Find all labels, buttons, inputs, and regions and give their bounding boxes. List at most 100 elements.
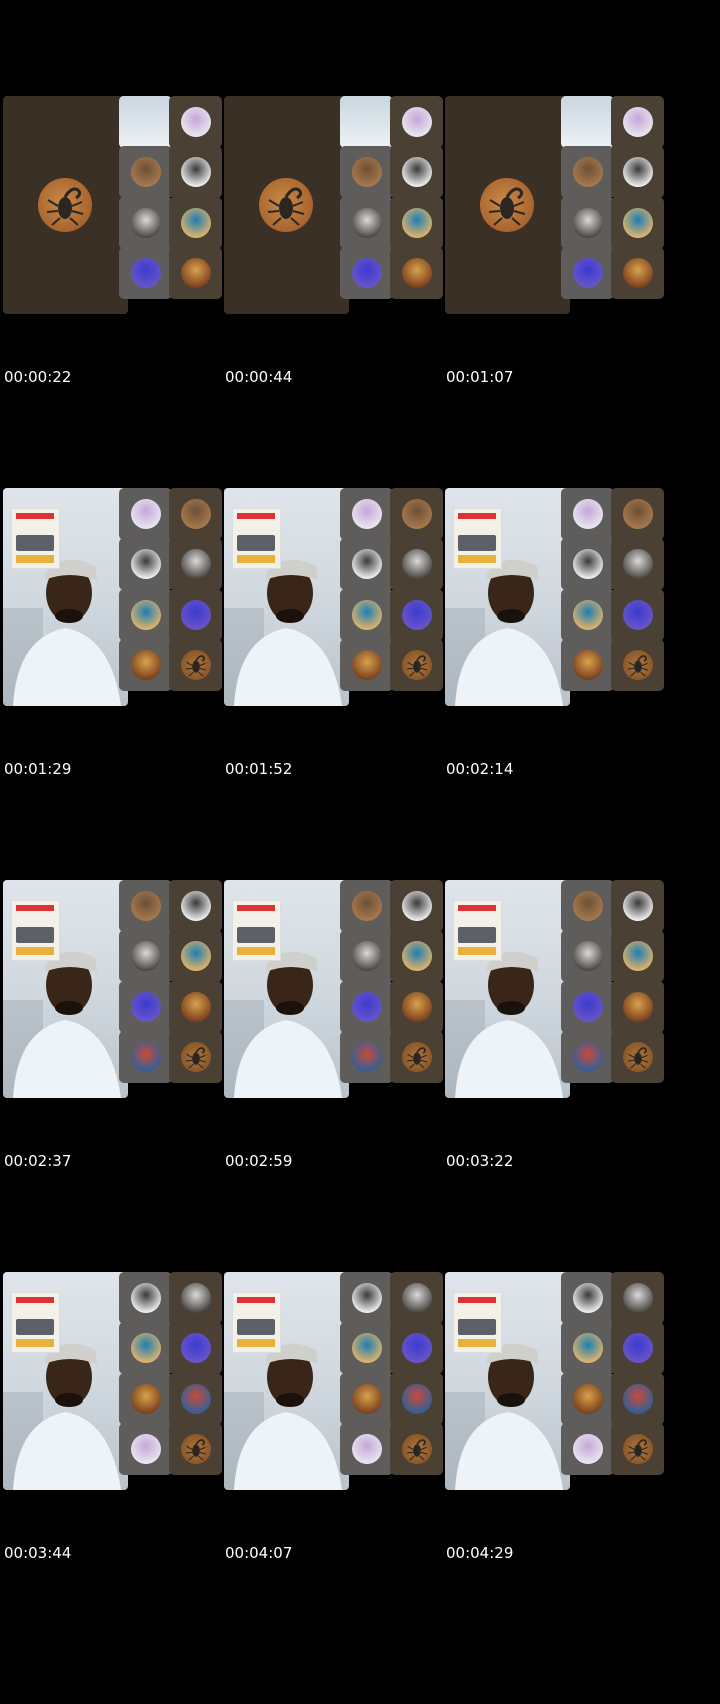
participant-tile[interactable] <box>561 1031 614 1083</box>
participant-tile[interactable] <box>169 488 222 540</box>
participant-tile[interactable] <box>119 1322 172 1374</box>
participant-tile[interactable] <box>561 247 614 299</box>
participant-tile[interactable] <box>561 1322 614 1374</box>
participant-tile[interactable] <box>340 981 393 1033</box>
participant-tile[interactable] <box>561 1272 614 1324</box>
participant-tile[interactable] <box>340 146 393 198</box>
participant-tile[interactable] <box>169 197 222 249</box>
participant-tile[interactable] <box>119 197 172 249</box>
participant-tile[interactable] <box>390 247 443 299</box>
participant-tile[interactable] <box>340 96 393 148</box>
participant-tile[interactable] <box>561 1373 614 1425</box>
video-thumbnail[interactable] <box>224 880 458 1098</box>
participant-tile[interactable] <box>561 880 614 932</box>
participant-tile[interactable] <box>390 639 443 691</box>
participant-tile[interactable] <box>119 930 172 982</box>
video-thumbnail[interactable] <box>445 880 679 1098</box>
participant-tile[interactable] <box>169 146 222 198</box>
participant-tile[interactable] <box>119 1272 172 1324</box>
participant-tile[interactable] <box>340 1373 393 1425</box>
video-thumbnail[interactable] <box>224 1272 458 1490</box>
participant-tile[interactable] <box>340 247 393 299</box>
video-thumbnail[interactable] <box>445 488 679 706</box>
participant-tile[interactable] <box>169 1272 222 1324</box>
participant-tile[interactable] <box>390 1031 443 1083</box>
participant-tile[interactable] <box>390 1322 443 1374</box>
participant-tile[interactable] <box>119 1423 172 1475</box>
participant-tile[interactable] <box>561 930 614 982</box>
participant-tile[interactable] <box>119 538 172 590</box>
participant-tile[interactable] <box>169 1423 222 1475</box>
participant-tile[interactable] <box>611 1423 664 1475</box>
video-thumbnail[interactable] <box>3 1272 237 1490</box>
participant-tile[interactable] <box>169 1373 222 1425</box>
participant-tile[interactable] <box>611 488 664 540</box>
participant-tile[interactable] <box>119 146 172 198</box>
participant-tile[interactable] <box>611 197 664 249</box>
participant-tile[interactable] <box>390 488 443 540</box>
participant-tile[interactable] <box>390 197 443 249</box>
participant-tile[interactable] <box>611 1031 664 1083</box>
participant-tile[interactable] <box>340 1322 393 1374</box>
participant-tile[interactable] <box>611 589 664 641</box>
participant-tile[interactable] <box>561 1423 614 1475</box>
participant-tile[interactable] <box>119 96 172 148</box>
participant-tile[interactable] <box>340 488 393 540</box>
participant-tile[interactable] <box>561 639 614 691</box>
participant-tile[interactable] <box>611 247 664 299</box>
participant-tile[interactable] <box>340 639 393 691</box>
participant-tile[interactable] <box>340 197 393 249</box>
participant-tile[interactable] <box>169 589 222 641</box>
participant-tile[interactable] <box>561 488 614 540</box>
video-thumbnail[interactable] <box>224 488 458 706</box>
participant-tile[interactable] <box>390 880 443 932</box>
participant-tile[interactable] <box>169 247 222 299</box>
participant-tile[interactable] <box>340 1272 393 1324</box>
participant-tile[interactable] <box>169 538 222 590</box>
participant-tile[interactable] <box>561 96 614 148</box>
participant-tile[interactable] <box>340 930 393 982</box>
participant-tile[interactable] <box>561 197 614 249</box>
participant-tile[interactable] <box>340 880 393 932</box>
participant-tile[interactable] <box>119 880 172 932</box>
participant-tile[interactable] <box>119 981 172 1033</box>
participant-tile[interactable] <box>119 247 172 299</box>
participant-tile[interactable] <box>390 1272 443 1324</box>
participant-tile[interactable] <box>169 930 222 982</box>
participant-tile[interactable] <box>611 146 664 198</box>
participant-tile[interactable] <box>390 589 443 641</box>
participant-tile[interactable] <box>119 488 172 540</box>
video-thumbnail[interactable] <box>3 880 237 1098</box>
participant-tile[interactable] <box>561 981 614 1033</box>
participant-tile[interactable] <box>611 880 664 932</box>
participant-tile[interactable] <box>390 96 443 148</box>
participant-tile[interactable] <box>169 1031 222 1083</box>
participant-tile[interactable] <box>611 538 664 590</box>
participant-tile[interactable] <box>390 981 443 1033</box>
video-thumbnail[interactable] <box>445 96 679 314</box>
participant-tile[interactable] <box>169 981 222 1033</box>
participant-tile[interactable] <box>119 1031 172 1083</box>
participant-tile[interactable] <box>119 1373 172 1425</box>
participant-tile[interactable] <box>390 930 443 982</box>
video-thumbnail[interactable] <box>3 488 237 706</box>
participant-tile[interactable] <box>611 981 664 1033</box>
participant-tile[interactable] <box>611 1322 664 1374</box>
participant-tile[interactable] <box>340 538 393 590</box>
participant-tile[interactable] <box>561 146 614 198</box>
video-thumbnail[interactable] <box>445 1272 679 1490</box>
participant-tile[interactable] <box>169 639 222 691</box>
participant-tile[interactable] <box>340 1423 393 1475</box>
participant-tile[interactable] <box>561 538 614 590</box>
participant-tile[interactable] <box>340 1031 393 1083</box>
participant-tile[interactable] <box>611 1373 664 1425</box>
participant-tile[interactable] <box>169 96 222 148</box>
participant-tile[interactable] <box>561 589 614 641</box>
participant-tile[interactable] <box>390 146 443 198</box>
participant-tile[interactable] <box>390 538 443 590</box>
participant-tile[interactable] <box>169 880 222 932</box>
participant-tile[interactable] <box>611 930 664 982</box>
video-thumbnail[interactable] <box>224 96 458 314</box>
participant-tile[interactable] <box>340 589 393 641</box>
participant-tile[interactable] <box>169 1322 222 1374</box>
